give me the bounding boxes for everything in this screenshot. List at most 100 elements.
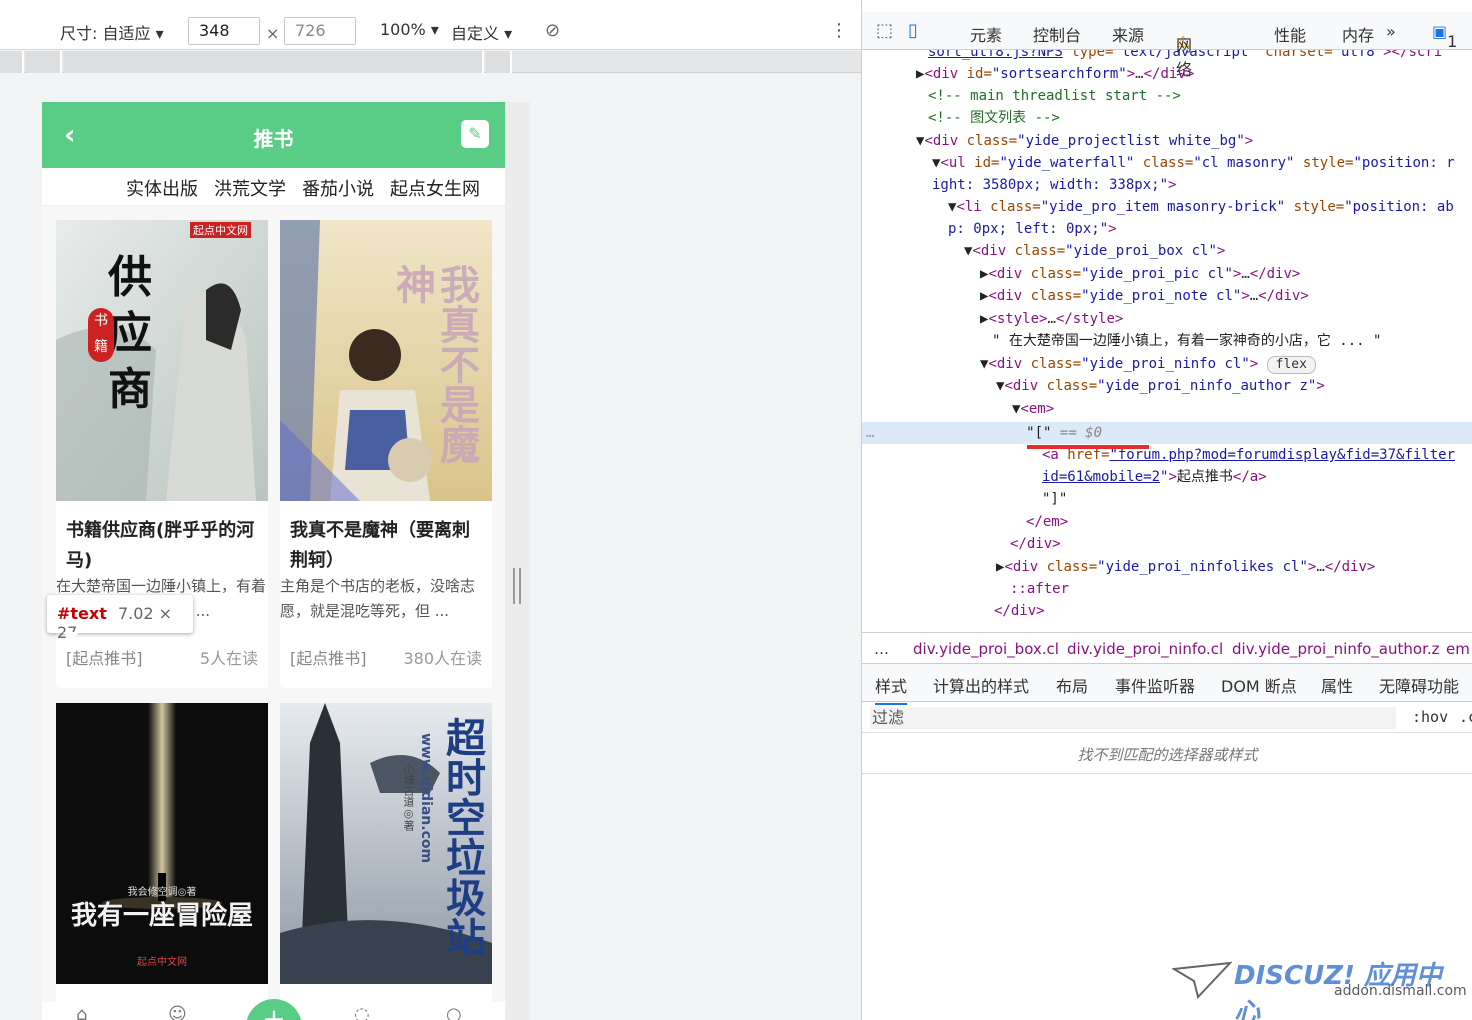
hov-toggle[interactable]: :hov: [1412, 708, 1448, 726]
tab-console[interactable]: 控制台: [1033, 22, 1081, 46]
throttle-select[interactable]: 自定义 ▾: [451, 20, 512, 44]
code-line[interactable]: "]": [1042, 488, 1472, 510]
tab-honghuang[interactable]: 洪荒文学: [214, 175, 286, 201]
code-line[interactable]: </div>: [994, 600, 1472, 622]
code-line[interactable]: ▼<li class="yide_pro_item masonry-brick"…: [948, 196, 1472, 218]
styles-filter-input[interactable]: 过滤: [870, 707, 1396, 729]
code-line[interactable]: </em>: [1026, 511, 1472, 533]
code-line[interactable]: ▶<style>…</style>: [980, 308, 1472, 330]
issues-badge[interactable]: ▣ 1: [1432, 22, 1457, 51]
tab-sources[interactable]: 来源: [1112, 22, 1144, 46]
breadcrumb-item[interactable]: div.yide_proi_box.cl: [913, 640, 1059, 658]
book-card[interactable]: 我会修空调◎著 我有一座冒险屋 起点中文网: [56, 703, 268, 1003]
cover-title: 我有一座冒险屋: [70, 901, 253, 931]
tab-qidian-nv[interactable]: 起点女生网: [390, 175, 480, 201]
phone-gutter: [505, 102, 530, 1020]
reader-count: 380人在读: [403, 649, 482, 668]
code-line[interactable]: ▶<div class="yide_proi_pic cl">…</div>: [980, 263, 1472, 285]
tab-accessibility[interactable]: 无障碍功能: [1379, 673, 1459, 697]
code-line[interactable]: </div>: [1010, 533, 1472, 555]
code-line[interactable]: ▼<ul id="yide_waterfall" class="cl mason…: [932, 152, 1472, 174]
home-icon[interactable]: ⌂: [76, 1004, 87, 1020]
inspect-element-icon[interactable]: ⬚: [876, 20, 893, 41]
tab-computed[interactable]: 计算出的样式: [933, 673, 1029, 697]
code-line[interactable]: sort_utf8.js?NPS type="text/javascript" …: [928, 50, 1472, 63]
code-line[interactable]: ▶<div class="yide_proi_note cl">…</div>: [980, 285, 1472, 307]
code-line[interactable]: id=61&mobile=2">起点推书</a>: [1042, 466, 1472, 488]
tab-performance[interactable]: 性能: [1274, 22, 1306, 46]
book-cover[interactable]: 供应商 书籍 起点中文网: [56, 220, 268, 501]
annotation-underline: [1027, 445, 1149, 449]
book-cover[interactable]: 超时空垃圾站 www.qidian.com 小城古道◎著: [280, 703, 492, 984]
breadcrumb-item[interactable]: em: [1446, 640, 1470, 658]
breadcrumb-item[interactable]: div.yide_proi_ninfo_author.z: [1232, 640, 1440, 658]
book-source-link[interactable]: [起点推书]: [66, 645, 143, 669]
breadcrumb: … div.yide_proi_box.cl div.yide_proi_nin…: [862, 632, 1472, 664]
code-line[interactable]: ▼<div class="yide_proi_ninfo cl"> flex: [980, 353, 1472, 375]
profile-icon[interactable]: ○: [446, 1004, 462, 1020]
page-header: ‹ 推书 ✎: [42, 102, 505, 168]
resize-handle[interactable]: [513, 568, 521, 604]
code-line[interactable]: ::after: [1010, 578, 1472, 600]
book-title[interactable]: 我真不是魔神（要离刺荆轲）: [290, 516, 485, 576]
book-card[interactable]: 超时空垃圾站 www.qidian.com 小城古道◎著: [280, 703, 492, 1003]
book-card[interactable]: 我真不是魔神 我真不是魔神（要离刺荆轲） 主角是个书店的老板，没啥志愿，就是混吃…: [280, 220, 492, 688]
code-line[interactable]: ▼<em>: [1012, 398, 1472, 420]
code-line[interactable]: <!-- 图文列表 -->: [928, 107, 1472, 129]
cover-site: www.qidian.com: [418, 733, 434, 864]
flex-badge[interactable]: flex: [1266, 356, 1316, 374]
tab-memory[interactable]: 内存: [1342, 22, 1374, 46]
cover-publisher: 起点中文网: [190, 222, 251, 238]
more-tabs-icon[interactable]: »: [1386, 22, 1396, 41]
tab-layout[interactable]: 布局: [1056, 673, 1088, 697]
breadcrumb-more[interactable]: …: [874, 640, 889, 658]
book-source-link[interactable]: [起点推书]: [290, 645, 367, 669]
code-line[interactable]: … "[" == $0: [866, 422, 1472, 444]
device-toggle-icon[interactable]: ▯: [908, 20, 918, 41]
tab-shiti[interactable]: 实体出版: [126, 175, 198, 201]
code-line[interactable]: ▶<div class="yide_proi_ninfolikes cl">…<…: [996, 556, 1472, 578]
code-line[interactable]: ▼<div class="yide_proi_box cl">: [964, 240, 1472, 262]
more-options-icon[interactable]: ⋮: [830, 20, 848, 41]
code-line[interactable]: <!-- main threadlist start -->: [928, 85, 1472, 107]
elements-tree: sort_utf8.js?NPS type="text/javascript" …: [862, 50, 1472, 630]
tab-event-listeners[interactable]: 事件监听器: [1115, 673, 1195, 697]
code-line[interactable]: ight: 3580px; width: 338px;">: [932, 174, 1472, 196]
cover-image-3: [56, 703, 268, 984]
code-line[interactable]: ▼<div class="yide_projectlist white_bg">: [916, 130, 1472, 152]
width-input[interactable]: 348: [188, 17, 260, 45]
tab-fanqie[interactable]: 番茄小说: [302, 175, 374, 201]
code-line[interactable]: p: 0px; left: 0px;">: [948, 218, 1472, 240]
code-line[interactable]: " 在大楚帝国一边陲小镇上，有着一家神奇的小店，它 ... ": [992, 330, 1472, 352]
mobile-page: ‹ 推书 ✎ 实体出版 洪荒文学 番茄小说 起点女生网 供应商 书籍 起点中文网…: [42, 102, 505, 1020]
cover-publisher: 起点中文网: [137, 957, 187, 968]
book-cover[interactable]: 我会修空调◎著 我有一座冒险屋 起点中文网: [56, 703, 268, 984]
book-title[interactable]: 书籍供应商(胖乎乎的河马): [66, 516, 261, 576]
tab-elements[interactable]: 元素: [970, 22, 1002, 46]
paper-plane-icon: [1172, 961, 1232, 999]
cls-toggle[interactable]: .c: [1459, 708, 1472, 726]
no-match-message: 找不到匹配的选择器或样式: [862, 744, 1472, 774]
cover-title: 供应商: [108, 252, 152, 415]
message-icon[interactable]: ◌: [354, 1004, 370, 1020]
tab-dom-breakpoints[interactable]: DOM 断点: [1221, 673, 1297, 697]
times-sign: ×: [266, 24, 280, 43]
zoom-select[interactable]: 100% ▾: [380, 20, 439, 39]
tab-properties[interactable]: 属性: [1321, 673, 1353, 697]
styles-filter-bar: 过滤 :hov .c: [862, 703, 1472, 733]
height-input[interactable]: 726: [284, 17, 356, 45]
inspect-tooltip: #text 7.02 × 27: [47, 595, 193, 642]
book-cover[interactable]: 我真不是魔神: [280, 220, 492, 501]
code-line[interactable]: ▶<div id="sortsearchform">…</div>: [916, 63, 1472, 85]
category-tabs: 实体出版 洪荒文学 番茄小说 起点女生网: [42, 168, 505, 206]
dimensions-select[interactable]: 尺寸: 自适应 ▾: [60, 20, 164, 44]
tab-styles[interactable]: 样式: [875, 673, 908, 705]
discover-icon[interactable]: ☺: [168, 1004, 187, 1020]
breadcrumb-item[interactable]: div.yide_proi_ninfo.cl: [1067, 640, 1223, 658]
code-line[interactable]: ▼<div class="yide_proi_ninfo_author z">: [996, 375, 1472, 397]
cover-title: 超时空垃圾站: [439, 717, 485, 957]
edit-icon[interactable]: ✎: [461, 120, 489, 148]
cover-title: 我真不是魔神: [389, 264, 479, 464]
rotate-icon[interactable]: ⊘: [545, 20, 560, 41]
device-viewport: 尺寸: 自适应 ▾ 348 × 726 100% ▾ 自定义 ▾ ⊘ ⋮ ‹ 推…: [0, 0, 861, 1020]
